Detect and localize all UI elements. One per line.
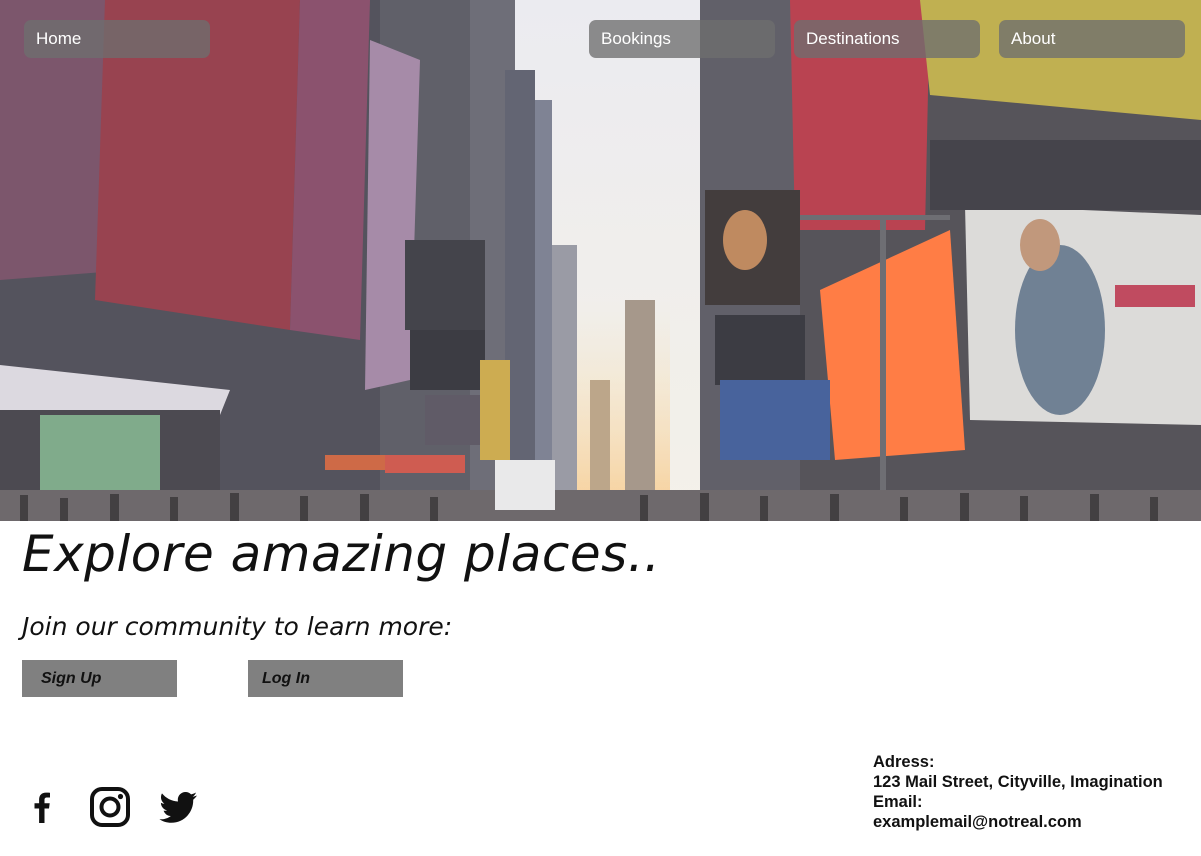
- contact-info: Adress: 123 Mail Street, Cityville, Imag…: [873, 752, 1163, 832]
- sign-up-button[interactable]: Sign Up: [22, 660, 177, 697]
- nav-destinations-link[interactable]: Destinations: [794, 20, 980, 58]
- address-value: 123 Mail Street, Cityville, Imagination: [873, 773, 1163, 791]
- hero-city-illustration: [0, 0, 1201, 521]
- instagram-icon-glyph: [90, 787, 130, 827]
- facebook-icon-glyph: [34, 792, 50, 823]
- twitter-icon-glyph: [159, 792, 197, 823]
- hero-image: [0, 0, 1201, 521]
- page-headline: Explore amazing places..: [22, 525, 661, 583]
- instagram-icon[interactable]: [88, 785, 132, 829]
- nav-home-link[interactable]: Home: [24, 20, 210, 58]
- nav-bookings-link[interactable]: Bookings: [589, 20, 775, 58]
- nav-about-link[interactable]: About: [999, 20, 1185, 58]
- facebook-icon[interactable]: [20, 785, 64, 829]
- email-label: Email:: [873, 793, 923, 811]
- community-subheading: Join our community to learn more:: [22, 612, 453, 641]
- email-value[interactable]: examplemail@notreal.com: [873, 812, 1163, 832]
- twitter-icon[interactable]: [156, 785, 200, 829]
- address-label: Adress:: [873, 753, 935, 771]
- log-in-button[interactable]: Log In: [248, 660, 403, 697]
